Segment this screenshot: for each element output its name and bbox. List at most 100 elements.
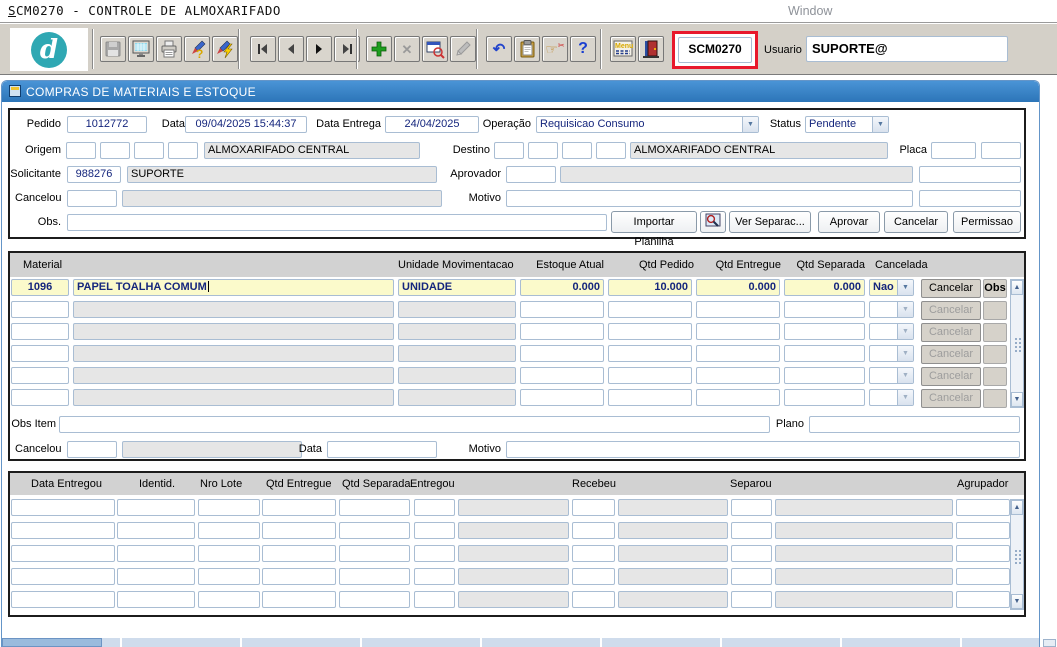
delivery-separou-cod-field[interactable] [731, 568, 772, 585]
item-estoque-field[interactable]: 0.000 [520, 279, 604, 296]
scroll-grip[interactable] [1014, 337, 1021, 353]
aprovador-cod-field[interactable] [506, 166, 556, 183]
delivery-agrupador-field[interactable] [956, 545, 1010, 562]
item-codigo-field[interactable] [11, 301, 69, 318]
item-qtd-entregue-field[interactable] [696, 389, 780, 406]
item-qtd-separada-field[interactable] [784, 367, 865, 384]
delivery-lote-field[interactable] [198, 568, 260, 585]
paste-button[interactable] [514, 36, 540, 62]
delivery-data-field[interactable] [11, 545, 115, 562]
item-qtd-separada-field[interactable]: 0.000 [784, 279, 865, 296]
item-qtd-separada-field[interactable] [784, 301, 865, 318]
item-qtd-pedido-field[interactable] [608, 367, 692, 384]
item-cancelou-cod-field[interactable] [67, 441, 117, 458]
item-qtd-entregue-field[interactable] [696, 301, 780, 318]
data-field[interactable]: 09/04/2025 15:44:37 [185, 116, 307, 133]
item-data-field[interactable] [327, 441, 437, 458]
delivery-lote-field[interactable] [198, 591, 260, 608]
delivery-separou-cod-field[interactable] [731, 591, 772, 608]
item-qtd-pedido-field[interactable] [608, 301, 692, 318]
delivery-agrupador-field[interactable] [956, 499, 1010, 516]
chevron-down-icon[interactable]: ▼ [897, 280, 913, 295]
window-header[interactable]: COMPRAS DE MATERIAIS E ESTOQUE [2, 81, 1039, 102]
data-entrega-field[interactable]: 24/04/2025 [385, 116, 479, 133]
item-unidade-field[interactable]: UNIDADE [398, 279, 516, 296]
item-qtd-pedido-field[interactable] [608, 323, 692, 340]
item-codigo-field[interactable] [11, 345, 69, 362]
plano-field[interactable] [809, 416, 1020, 433]
usuario-field[interactable]: SUPORTE@ [806, 36, 1008, 62]
delivery-data-field[interactable] [11, 591, 115, 608]
first-record-button[interactable] [250, 36, 276, 62]
delivery-data-field[interactable] [11, 522, 115, 539]
chevron-down-icon[interactable]: ▼ [742, 117, 758, 132]
delivery-qtd-entregue-field[interactable] [262, 499, 336, 516]
deliveries-scrollbar[interactable]: ▲ ▼ [1010, 499, 1024, 610]
next-record-button[interactable] [306, 36, 332, 62]
delivery-identid-field[interactable] [117, 568, 195, 585]
exit-button[interactable] [638, 36, 664, 62]
delivery-recebeu-cod-field[interactable] [572, 522, 615, 539]
destino-field-2[interactable] [528, 142, 558, 159]
print-button[interactable] [156, 36, 182, 62]
item-cancelar-button[interactable]: Cancelar [921, 279, 981, 298]
importar-lookup-button[interactable] [700, 211, 726, 233]
delivery-qtd-separada-field[interactable] [339, 591, 410, 608]
item-qtd-separada-field[interactable] [784, 323, 865, 340]
item-qtd-entregue-field[interactable] [696, 367, 780, 384]
delivery-recebeu-cod-field[interactable] [572, 591, 615, 608]
item-qtd-entregue-field[interactable] [696, 345, 780, 362]
delivery-separou-cod-field[interactable] [731, 545, 772, 562]
delivery-data-field[interactable] [11, 499, 115, 516]
delivery-agrupador-field[interactable] [956, 522, 1010, 539]
origem-field-2[interactable] [100, 142, 130, 159]
destino-field-4[interactable] [596, 142, 626, 159]
obs-item-field[interactable] [59, 416, 770, 433]
motivo-extra-field[interactable] [919, 190, 1021, 207]
delivery-identid-field[interactable] [117, 522, 195, 539]
item-qtd-entregue-field[interactable]: 0.000 [696, 279, 780, 296]
chevron-down-icon[interactable]: ▼ [872, 117, 888, 132]
items-scrollbar[interactable]: ▲ ▼ [1010, 279, 1024, 408]
item-estoque-field[interactable] [520, 301, 604, 318]
horizontal-scrollbar[interactable] [2, 638, 1039, 647]
delivery-entregou-cod-field[interactable] [414, 522, 455, 539]
item-motivo-field[interactable] [506, 441, 1020, 458]
item-qtd-entregue-field[interactable] [696, 323, 780, 340]
delivery-qtd-separada-field[interactable] [339, 568, 410, 585]
scroll-down-icon[interactable]: ▼ [1011, 594, 1023, 609]
destino-field-3[interactable] [562, 142, 592, 159]
delivery-qtd-entregue-field[interactable] [262, 545, 336, 562]
lov-button[interactable] [422, 36, 448, 62]
item-estoque-field[interactable] [520, 323, 604, 340]
item-obs-button[interactable]: Obs [983, 279, 1007, 298]
item-qtd-pedido-field[interactable]: 10.000 [608, 279, 692, 296]
delivery-entregou-cod-field[interactable] [414, 568, 455, 585]
permissao-button[interactable]: Permissao [953, 211, 1021, 233]
help-button[interactable]: ? [570, 36, 596, 62]
delivery-qtd-separada-field[interactable] [339, 545, 410, 562]
delivery-identid-field[interactable] [117, 545, 195, 562]
previous-record-button[interactable] [278, 36, 304, 62]
scroll-down-icon[interactable]: ▼ [1011, 392, 1023, 407]
item-cancelada-select[interactable]: Nao▼ [869, 279, 914, 296]
origem-field-3[interactable] [134, 142, 164, 159]
delivery-recebeu-cod-field[interactable] [572, 545, 615, 562]
item-codigo-field[interactable] [11, 367, 69, 384]
item-qtd-pedido-field[interactable] [608, 389, 692, 406]
delivery-entregou-cod-field[interactable] [414, 499, 455, 516]
commit-button[interactable]: ☞✂ [542, 36, 568, 62]
enter-query-button[interactable]: ? [184, 36, 210, 62]
delivery-identid-field[interactable] [117, 591, 195, 608]
item-qtd-separada-field[interactable] [784, 389, 865, 406]
pedido-field[interactable]: 1012772 [67, 116, 147, 133]
delivery-lote-field[interactable] [198, 545, 260, 562]
item-qtd-separada-field[interactable] [784, 345, 865, 362]
delivery-entregou-cod-field[interactable] [414, 545, 455, 562]
placa-field-2[interactable] [981, 142, 1021, 159]
execute-query-button[interactable] [212, 36, 238, 62]
item-qtd-pedido-field[interactable] [608, 345, 692, 362]
item-codigo-field[interactable] [11, 323, 69, 340]
delivery-agrupador-field[interactable] [956, 568, 1010, 585]
screen-button[interactable] [128, 36, 154, 62]
